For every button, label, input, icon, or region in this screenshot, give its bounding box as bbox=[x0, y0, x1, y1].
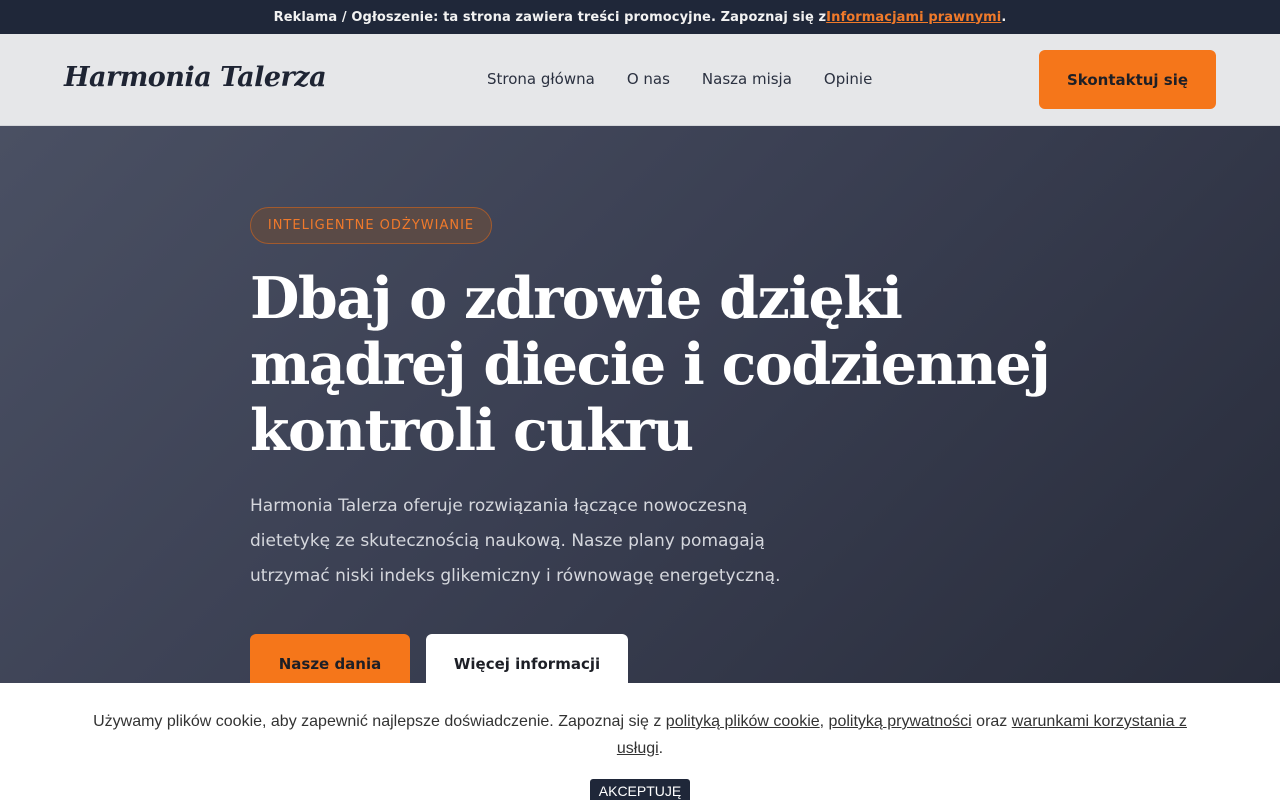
legal-info-link[interactable]: Informacjami prawnymi bbox=[826, 10, 1001, 25]
site-header: Harmonia Talerza Strona główna O nas Nas… bbox=[0, 34, 1280, 126]
hero-badge: INTELIGENTNE ODŻYWIANIE bbox=[250, 207, 492, 244]
nav-item-mission[interactable]: Nasza misja bbox=[702, 70, 792, 88]
ad-disclaimer-bar: Reklama / Ogłoszenie: ta strona zawiera … bbox=[0, 0, 1280, 34]
cookie-banner: Używamy plików cookie, aby zapewnić najl… bbox=[0, 683, 1280, 800]
cookie-text-end: . bbox=[658, 740, 664, 757]
contact-button[interactable]: Skontaktuj się bbox=[1039, 50, 1216, 109]
hero-title: Dbaj o zdrowie dzięki mądrej diecie i co… bbox=[250, 265, 1051, 464]
cookie-policy-link[interactable]: polityką plików cookie bbox=[666, 713, 820, 730]
cookie-text-intro: Używamy plików cookie, aby zapewnić najl… bbox=[93, 713, 666, 730]
cookie-text: Używamy plików cookie, aby zapewnić najl… bbox=[80, 708, 1200, 762]
hero-description: Harmonia Talerza oferuje rozwiązania łąc… bbox=[250, 496, 781, 586]
privacy-policy-link[interactable]: polityką prywatności bbox=[829, 713, 972, 730]
nav-item-about[interactable]: O nas bbox=[627, 70, 670, 88]
accept-cookies-button[interactable]: AKCEPTUJĘ bbox=[590, 779, 690, 800]
cookie-separator-2: oraz bbox=[971, 713, 1012, 730]
nav-item-home[interactable]: Strona główna bbox=[487, 70, 595, 88]
nav-item-reviews[interactable]: Opinie bbox=[824, 70, 872, 88]
main-nav: Strona główna O nas Nasza misja Opinie bbox=[487, 70, 872, 88]
ad-disclaimer-suffix: . bbox=[1001, 9, 1007, 25]
site-logo[interactable]: Harmonia Talerza bbox=[64, 62, 327, 93]
ad-disclaimer-text: Reklama / Ogłoszenie: ta strona zawiera … bbox=[273, 9, 827, 25]
cookie-separator-1: , bbox=[819, 713, 829, 730]
